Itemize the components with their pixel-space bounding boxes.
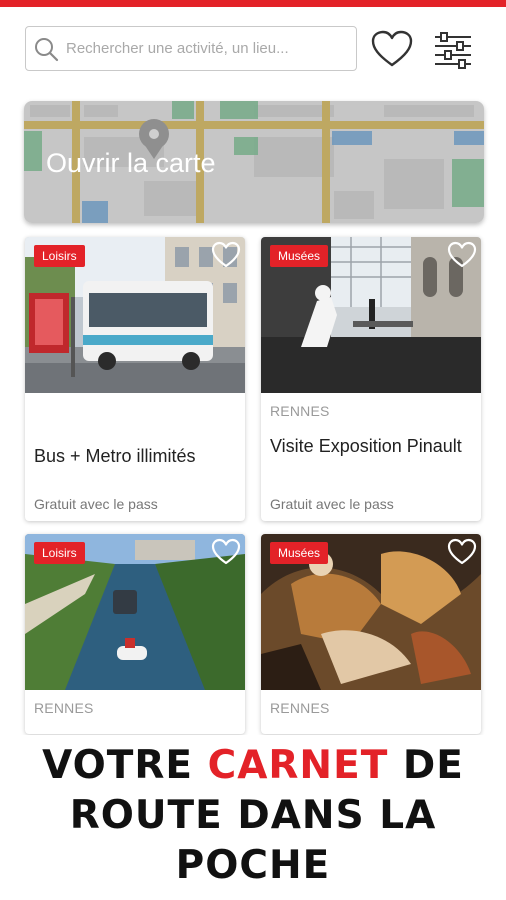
card-price: Gratuit avec le pass (270, 496, 394, 512)
top-accent-bar (0, 0, 506, 7)
category-badge: Musées (270, 542, 329, 564)
tagline-accent: CARNET (207, 743, 389, 788)
filter-button[interactable] (431, 28, 475, 72)
card-title: Bus + Metro illimités (34, 446, 196, 466)
card-title: Visite Exposition Pinault (270, 436, 462, 456)
card-price: Gratuit avec le pass (34, 496, 158, 512)
activity-card-canal[interactable]: Loisirs RENNES (25, 534, 245, 734)
tagline-line-1: VOTRE CARNET DE (0, 743, 506, 788)
tagline-line-3: POCHE (175, 843, 331, 888)
promo-tagline: VOTRE CARNET DE ROUTE DANS LA POCHE (0, 735, 506, 900)
activity-card-painting[interactable]: Musées RENNES (261, 534, 481, 734)
tagline-text: DE (388, 743, 464, 788)
activity-card-bus-metro[interactable]: Loisirs Bus + Metro illimités Gratuit av… (25, 237, 245, 521)
heart-icon[interactable] (211, 538, 241, 566)
open-map-label: Ouvrir la carte (46, 148, 216, 178)
search-bar[interactable] (25, 26, 357, 71)
filter-icon (435, 32, 471, 69)
category-badge: Loisirs (34, 542, 85, 564)
card-city: RENNES (270, 403, 330, 419)
category-badge: Musées (270, 245, 329, 267)
heart-icon[interactable] (447, 241, 477, 269)
search-input[interactable] (66, 40, 346, 57)
tagline-line-2: ROUTE DANS LA (69, 793, 437, 838)
heart-icon[interactable] (211, 241, 241, 269)
card-city: RENNES (270, 700, 330, 716)
card-city: RENNES (34, 700, 94, 716)
open-map-card[interactable]: Ouvrir la carte (24, 101, 484, 223)
favorites-button[interactable] (369, 26, 415, 72)
search-icon (35, 37, 59, 61)
tagline-text: VOTRE (42, 743, 208, 788)
heart-icon (371, 30, 413, 67)
heart-icon[interactable] (447, 538, 477, 566)
category-badge: Loisirs (34, 245, 85, 267)
activity-card-pinault[interactable]: Musées RENNES Visite Exposition Pinault … (261, 237, 481, 521)
